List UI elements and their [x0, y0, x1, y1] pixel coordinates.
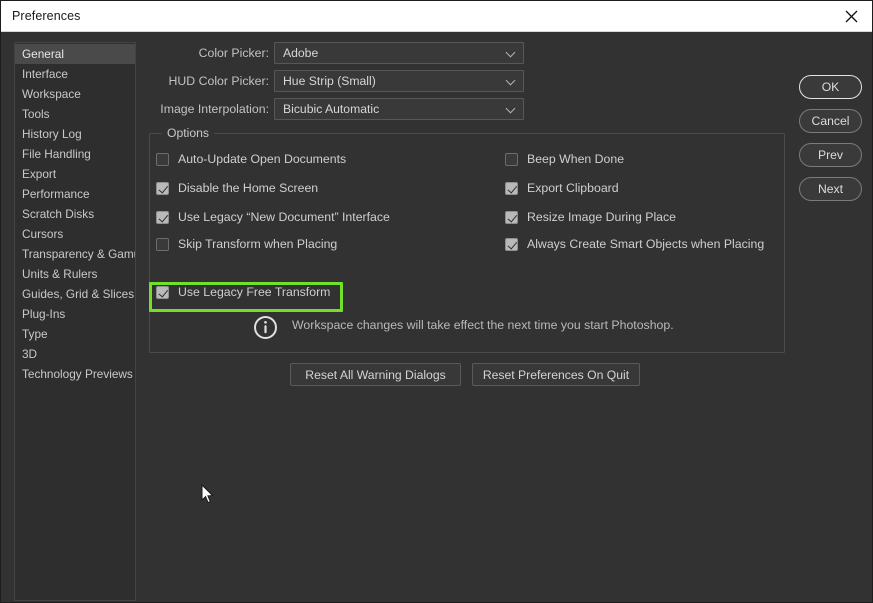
- checkbox-always-create-smart-objects-when-placing[interactable]: Always Create Smart Objects when Placing: [505, 235, 764, 253]
- checkbox-beep-when-done[interactable]: Beep When Done: [505, 150, 624, 168]
- field-row: Color Picker: Adobe: [1, 42, 872, 64]
- sidebar-item-plug-ins[interactable]: Plug-Ins: [15, 304, 135, 324]
- checkbox-checked-icon[interactable]: [156, 210, 169, 224]
- button-ok[interactable]: OK: [799, 75, 862, 99]
- dropdown-value: Adobe: [283, 46, 319, 60]
- dropdown-image-interpolation[interactable]: Bicubic Automatic: [274, 98, 524, 120]
- sidebar-item-performance[interactable]: Performance: [15, 184, 135, 204]
- checkbox-unchecked-icon[interactable]: [156, 152, 169, 166]
- sidebar-item-transparency-gamut[interactable]: Transparency & Gamut: [15, 244, 135, 264]
- preferences-dialog: Preferences General Interface Workspace Too…: [0, 0, 873, 603]
- sidebar-item-technology-previews[interactable]: Technology Previews: [15, 364, 135, 384]
- checkbox-checked-icon[interactable]: [505, 210, 518, 224]
- checkbox-label: Export Clipboard: [527, 181, 619, 195]
- field-label: Color Picker:: [198, 46, 269, 60]
- checkbox-unchecked-icon[interactable]: [505, 152, 518, 166]
- field-label: HUD Color Picker:: [168, 74, 269, 88]
- checkbox-label: Use Legacy Free Transform: [178, 285, 331, 299]
- checkbox-label: Skip Transform when Placing: [178, 237, 338, 251]
- checkbox-unchecked-icon[interactable]: [156, 237, 169, 251]
- sidebar-item-file-handling[interactable]: File Handling: [15, 144, 135, 164]
- category-sidebar[interactable]: General Interface Workspace Tools History Lo…: [14, 42, 136, 601]
- dropdown-color-picker[interactable]: Adobe: [274, 42, 524, 64]
- checkbox-disable-the-home-screen[interactable]: Disable the Home Screen: [156, 179, 318, 197]
- checkbox-resize-image-during-place[interactable]: Resize Image During Place: [505, 208, 676, 226]
- checkbox-skip-transform-when-placing[interactable]: Skip Transform when Placing: [156, 235, 337, 253]
- checkbox-label: Disable the Home Screen: [178, 181, 319, 195]
- sidebar-item-scratch-disks[interactable]: Scratch Disks: [15, 204, 135, 224]
- checkbox-export-clipboard[interactable]: Export Clipboard: [505, 179, 619, 197]
- checkbox-use-legacy-free-transform[interactable]: Use Legacy Free Transform: [156, 283, 330, 301]
- dialog-body: General Interface Workspace Tools History Lo…: [1, 32, 872, 602]
- dropdown-value: Bicubic Automatic: [283, 102, 380, 116]
- button-reset-all-warning-dialogs[interactable]: Reset All Warning Dialogs: [290, 363, 461, 386]
- field-row: HUD Color Picker: Hue Strip (Small): [1, 70, 872, 92]
- checkbox-label: Resize Image During Place: [527, 210, 676, 224]
- dropdown-hud-color-picker[interactable]: Hue Strip (Small): [274, 70, 524, 92]
- mouse-arrow-cursor: [201, 483, 215, 505]
- checkbox-use-legacy-new-document-interface[interactable]: Use Legacy “New Document” Interface: [156, 208, 390, 226]
- sidebar-item-type[interactable]: Type: [15, 324, 135, 344]
- sidebar-item-cursors[interactable]: Cursors: [15, 224, 135, 244]
- sidebar-item-history-log[interactable]: History Log: [15, 124, 135, 144]
- checkbox-checked-icon[interactable]: [505, 237, 518, 251]
- dropdown-value: Hue Strip (Small): [283, 74, 376, 88]
- checkbox-checked-icon[interactable]: [156, 181, 169, 195]
- sidebar-item-units-rulers[interactable]: Units & Rulers: [15, 264, 135, 284]
- sidebar-item-export[interactable]: Export: [15, 164, 135, 184]
- chevron-down-icon: [507, 49, 516, 58]
- chevron-down-icon: [507, 105, 516, 114]
- checkbox-label: Auto-Update Open Documents: [178, 152, 347, 166]
- chevron-down-icon: [507, 77, 516, 86]
- close-icon[interactable]: [828, 1, 872, 31]
- checkbox-label: Always Create Smart Objects when Placing: [527, 237, 765, 251]
- checkbox-checked-icon[interactable]: [156, 285, 169, 299]
- info-circle-icon: [253, 315, 278, 340]
- checkbox-auto-update-open-documents[interactable]: Auto-Update Open Documents: [156, 150, 346, 168]
- button-reset-preferences-on-quit[interactable]: Reset Preferences On Quit: [472, 363, 640, 386]
- button-next[interactable]: Next: [799, 177, 862, 201]
- field-row: Image Interpolation: Bicubic Automatic: [1, 98, 872, 120]
- workspace-info-text: Workspace changes will take effect the n…: [292, 318, 674, 332]
- sidebar-item-3d[interactable]: 3D: [15, 344, 135, 364]
- button-cancel[interactable]: Cancel: [799, 109, 862, 133]
- field-label: Image Interpolation:: [160, 102, 269, 116]
- checkbox-checked-icon[interactable]: [505, 181, 518, 195]
- options-group-legend: Options: [162, 126, 215, 140]
- sidebar-item-guides-grid-slices[interactable]: Guides, Grid & Slices: [15, 284, 135, 304]
- button-prev[interactable]: Prev: [799, 143, 862, 167]
- checkbox-label: Beep When Done: [527, 152, 625, 166]
- checkbox-label: Use Legacy “New Document” Interface: [178, 210, 390, 224]
- window-title: Preferences: [12, 9, 81, 23]
- title-bar: Preferences: [1, 1, 872, 32]
